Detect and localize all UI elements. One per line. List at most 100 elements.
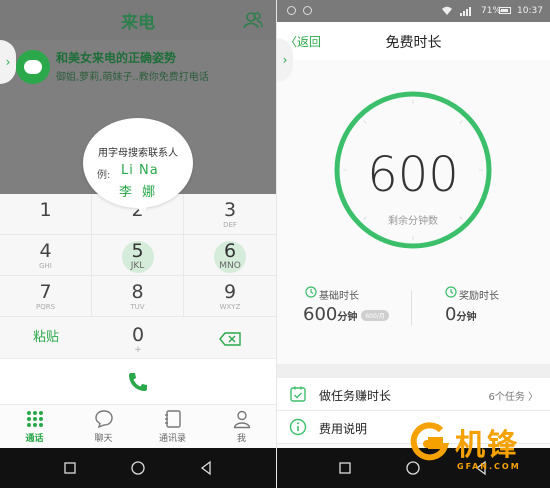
tab-chat[interactable]: 聊天 xyxy=(69,409,138,444)
key-letters: WXYZ xyxy=(219,303,241,311)
key-digit: 9 xyxy=(223,281,237,303)
system-nav-bar xyxy=(0,448,276,488)
earn-minutes-row[interactable]: 做任务赚时长 6个任务 〉 xyxy=(277,378,550,411)
base-minutes-value: 600分钟 600/月 xyxy=(303,304,389,325)
clock: 10:37 xyxy=(517,6,543,16)
key-digit: 5 xyxy=(131,240,144,262)
row-label: 费用说明 xyxy=(319,422,368,436)
bonus-minutes-number: 0 xyxy=(445,304,457,325)
promo-banner[interactable]: 和美女来电的正确姿势 御姐,萝莉,萌妹子..教你免费打电话 xyxy=(0,40,276,90)
back-triangle-icon[interactable] xyxy=(198,460,214,476)
key-digit: 6 xyxy=(223,240,237,262)
watermark-domain: GFAN.COM xyxy=(457,462,521,471)
clock-icon xyxy=(445,286,457,298)
base-minutes-number: 600 xyxy=(303,304,338,325)
remaining-minutes-caption: 剩余分钟数 xyxy=(388,216,438,227)
backspace-button[interactable] xyxy=(184,318,276,358)
key-1[interactable]: 1 xyxy=(0,194,92,235)
tooltip-example-latin: Li Na xyxy=(121,163,159,178)
key-digit: 8 xyxy=(131,281,144,303)
key-8[interactable]: 8 TUV xyxy=(92,276,184,317)
wifi-icon xyxy=(442,6,452,15)
key-letters: DEF xyxy=(223,221,237,229)
letter-search-tooltip: 用字母搜索联系人 例: Li Na 李 娜 xyxy=(83,118,193,214)
dialer-screen: 来电 和美女来电的正确姿势 御姐,萝莉,萌妹子..教你免费打电话 › 用字母搜索… xyxy=(0,0,276,488)
tab-contacts[interactable]: 通讯录 xyxy=(138,409,207,444)
minutes-breakdown: 基础时长 600分钟 600/月 奖励时长 0分钟 xyxy=(277,284,550,344)
side-drawer-handle[interactable]: › xyxy=(277,38,293,82)
stats-divider xyxy=(411,290,412,326)
key-3[interactable]: 3 DEF xyxy=(184,194,276,235)
key-digit: 4 xyxy=(39,240,52,262)
promo-avatar xyxy=(14,48,52,86)
key-6[interactable]: 6 MNO xyxy=(184,235,276,276)
page-header: 〈返回 免费时长 xyxy=(277,22,550,60)
base-minutes-label: 基础时长 xyxy=(319,291,359,302)
key-5[interactable]: 5 JKL xyxy=(92,235,184,276)
promo-subtitle: 御姐,萝莉,萌妹子..教你免费打电话 xyxy=(56,72,209,83)
watermark-brand: 机锋 xyxy=(455,428,519,463)
free-minutes-screen: 71% 10:37 〈返回 免费时长 › 600 剩余分钟数 基础时长 600分… xyxy=(277,0,550,488)
bonus-minutes-unit: 分钟 xyxy=(456,312,477,323)
monthly-badge: 600/月 xyxy=(361,309,389,321)
recent-apps-icon[interactable] xyxy=(337,460,353,476)
remaining-minutes-value: 600 xyxy=(367,147,459,203)
key-4[interactable]: 4 GHI xyxy=(0,235,92,276)
key-0[interactable]: 0 + xyxy=(92,318,184,358)
notification-icon xyxy=(287,6,296,15)
clock-icon xyxy=(305,286,317,298)
user-icon xyxy=(233,410,250,429)
key-letters: TUV xyxy=(130,303,145,311)
home-icon[interactable] xyxy=(130,460,146,476)
tooltip-example-han: 李 娜 xyxy=(119,185,159,200)
key-letters: + xyxy=(134,345,142,355)
tab-calls[interactable]: 通话 xyxy=(0,409,69,444)
key-letters: MNO xyxy=(219,261,241,271)
chevron-right-icon: › xyxy=(5,55,11,69)
tab-label: 我 xyxy=(236,434,246,444)
chevron-right-icon: › xyxy=(282,53,288,67)
section-gap xyxy=(277,364,550,378)
battery-icon xyxy=(499,7,511,14)
notification-icon xyxy=(303,6,312,15)
tooltip-pointer xyxy=(132,200,152,214)
key-9[interactable]: 9 WXYZ xyxy=(184,276,276,317)
task-calendar-icon xyxy=(290,386,306,402)
recent-apps-icon[interactable] xyxy=(62,460,78,476)
bonus-minutes-label: 奖励时长 xyxy=(459,291,499,302)
paste-button[interactable]: 粘贴 xyxy=(0,318,92,358)
key-digit: 3 xyxy=(223,199,237,221)
watermark: 机锋 GFAN.COM xyxy=(397,420,547,480)
header-title: 来电 xyxy=(121,12,155,33)
promo-title: 和美女来电的正确姿势 xyxy=(56,51,177,65)
row-label: 做任务赚时长 xyxy=(319,389,392,403)
task-count: 6个任务 〉 xyxy=(488,392,538,403)
dialer-header: 来电 xyxy=(0,0,276,40)
gfan-logo-icon xyxy=(410,422,450,461)
key-letters: PQRS xyxy=(35,303,56,311)
tooltip-title: 用字母搜索联系人 xyxy=(98,148,178,159)
phone-call-icon[interactable] xyxy=(126,371,150,393)
key-digit: 1 xyxy=(39,199,52,221)
base-minutes-unit: 分钟 xyxy=(337,312,358,323)
tab-label: 聊天 xyxy=(94,434,113,444)
page-title: 免费时长 xyxy=(385,35,442,51)
key-digit: 0 xyxy=(131,324,145,346)
tab-label: 通话 xyxy=(25,434,44,444)
chat-bubble-icon xyxy=(94,410,113,429)
dialpad-icon xyxy=(26,411,43,427)
backspace-icon xyxy=(219,332,241,346)
key-digit: 7 xyxy=(39,281,52,303)
signal-icon xyxy=(460,7,471,16)
contacts-icon[interactable] xyxy=(242,10,264,30)
bonus-minutes-value: 0分钟 xyxy=(445,304,476,325)
key-letters: GHI xyxy=(39,262,52,270)
tab-me[interactable]: 我 xyxy=(207,409,276,444)
battery-percent: 71% xyxy=(481,6,502,16)
key-7[interactable]: 7 PQRS xyxy=(0,276,92,317)
key-letters: JKL xyxy=(130,261,145,271)
status-bar: 71% 10:37 xyxy=(277,0,550,22)
call-row xyxy=(0,358,276,405)
tooltip-example-label: 例: xyxy=(97,170,111,181)
address-book-icon xyxy=(164,410,181,428)
